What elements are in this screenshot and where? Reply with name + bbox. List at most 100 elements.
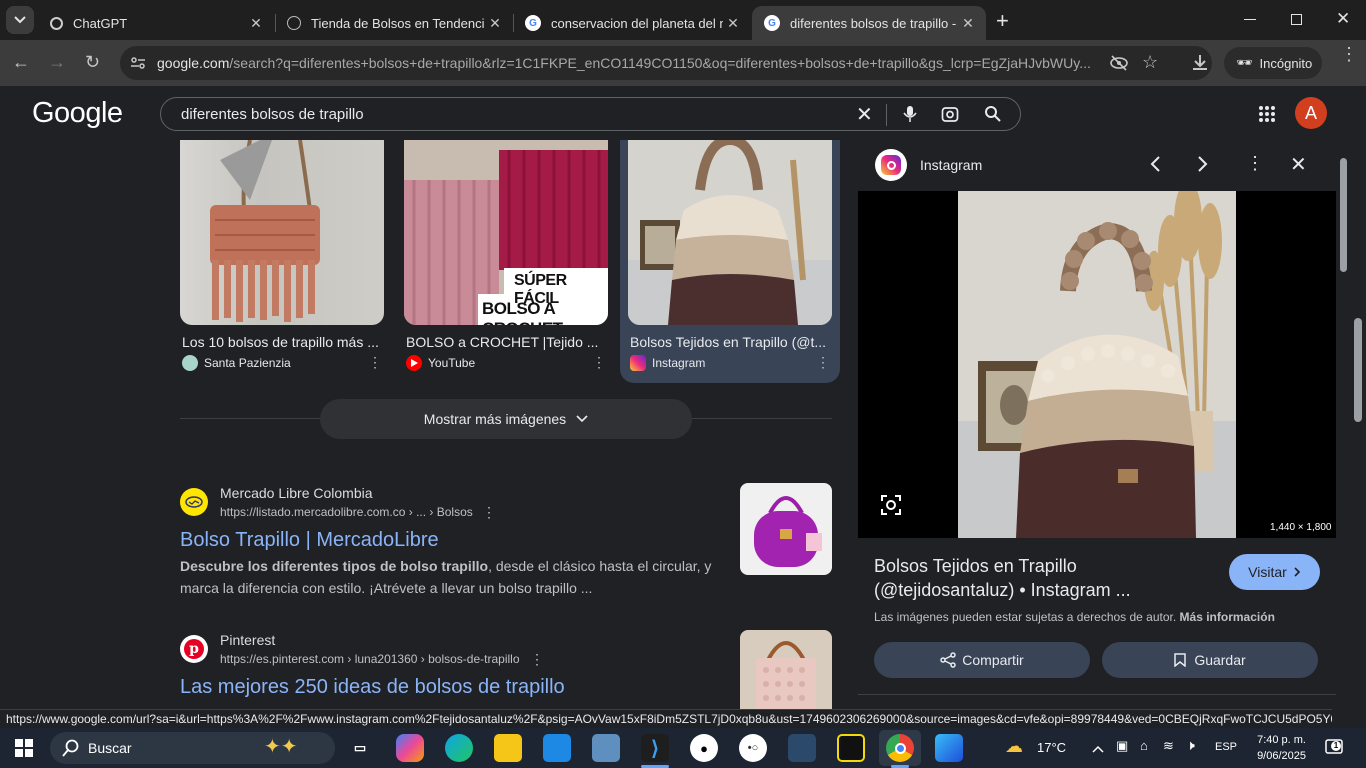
crochet-fringe-bag-image <box>210 140 320 322</box>
close-tab-icon[interactable]: ✕ <box>246 15 266 32</box>
clear-search-icon[interactable]: ✕ <box>856 102 873 127</box>
incognito-button[interactable]: 🕶 Incógnito <box>1224 47 1322 79</box>
weather-temp[interactable]: 17°C <box>1037 740 1066 755</box>
bookmark-star-icon[interactable]: ☆ <box>1142 52 1158 73</box>
lens-search-icon[interactable] <box>880 494 902 521</box>
preview-image[interactable] <box>958 191 1236 538</box>
show-more-images-button[interactable]: Mostrar más imágenes <box>320 399 692 439</box>
result-title-link[interactable]: Las mejores 250 ideas de bolsos de trapi… <box>180 676 565 699</box>
notification-icon[interactable]: 1 <box>1325 738 1343 761</box>
reload-button[interactable]: ↻ <box>85 52 100 73</box>
restore-button[interactable] <box>1291 14 1302 25</box>
language-indicator[interactable]: ESP <box>1215 741 1237 753</box>
close-panel-icon[interactable]: ✕ <box>1290 152 1307 177</box>
weather-icon[interactable]: ☁ <box>1005 736 1023 757</box>
edge-icon[interactable] <box>445 734 473 762</box>
volume-muted-icon[interactable]: 🕨 <box>1186 737 1195 754</box>
sticky-notes-icon[interactable] <box>837 734 865 762</box>
share-button[interactable]: Compartir <box>874 642 1090 678</box>
more-options-icon[interactable]: ⋮ <box>592 354 606 371</box>
back-button[interactable]: ← <box>12 52 30 73</box>
close-tab-icon[interactable]: ✕ <box>958 15 978 32</box>
close-window-button[interactable]: ✕ <box>1336 9 1350 29</box>
taskbar-search[interactable]: Buscar ✦✦ <box>50 732 335 764</box>
clock[interactable]: 7:40 p. m. 9/06/2025 <box>1250 732 1306 764</box>
taskbar-search-placeholder: Buscar <box>88 740 132 756</box>
search-input[interactable]: diferentes bolsos de trapillo <box>181 106 364 123</box>
result-url[interactable]: https://listado.mercadolibre.com.co › ..… <box>220 505 473 519</box>
tab-strip: ChatGPT ✕ Tienda de Bolsos en Tendencia … <box>0 0 1366 40</box>
lens-icon[interactable] <box>941 105 959 128</box>
panel-source-name[interactable]: Instagram <box>920 157 982 173</box>
mysql-workbench-icon[interactable] <box>788 734 816 762</box>
tab-title: diferentes bolsos de trapillo - B <box>790 15 958 31</box>
save-button[interactable]: Guardar <box>1102 642 1318 678</box>
result-options-icon[interactable]: ⋮ <box>530 651 544 668</box>
image-card-title[interactable]: BOLSO a CROCHET |Tejido ... <box>406 334 606 350</box>
result-thumbnail[interactable] <box>740 630 832 710</box>
avatar[interactable]: A <box>1295 97 1327 129</box>
chrome-icon[interactable] <box>886 734 914 762</box>
search-icon[interactable] <box>984 105 1002 128</box>
microphone-icon[interactable] <box>903 105 917 128</box>
minimize-button[interactable] <box>1244 19 1256 20</box>
image-card-3-selected[interactable]: Bolsos Tejidos en Trapillo (@t... Instag… <box>620 140 840 383</box>
result-title-link[interactable]: Bolso Trapillo | MercadoLibre <box>180 529 439 552</box>
file-explorer-icon[interactable] <box>494 734 522 762</box>
image-card-title[interactable]: Bolsos Tejidos en Trapillo (@t... <box>630 334 830 350</box>
browser-toolbar: ← → ↻ google.com/search?q=diferentes+bol… <box>0 40 1366 86</box>
forward-button[interactable]: → <box>48 52 66 73</box>
app-icon[interactable]: •○ <box>739 734 767 762</box>
more-options-icon[interactable]: ⋮ <box>816 354 830 371</box>
more-info-link[interactable]: Más información <box>1180 610 1275 624</box>
site-info-icon[interactable] <box>130 55 146 71</box>
close-tab-icon[interactable]: ✕ <box>723 15 743 32</box>
apps-grid-icon[interactable] <box>1258 105 1276 128</box>
panel-title[interactable]: Bolsos Tejidos en Trapillo (@tejidosanta… <box>874 554 1214 602</box>
windows-start-icon[interactable] <box>15 739 33 762</box>
tab-diferentes-bolsos[interactable]: G diferentes bolsos de trapillo - B ✕ <box>752 6 986 40</box>
image-card-1[interactable]: Los 10 bolsos de trapillo más ... Santa … <box>180 140 384 380</box>
microsoft-store-icon[interactable] <box>543 734 571 762</box>
next-image-icon[interactable] <box>1197 156 1209 177</box>
close-tab-icon[interactable]: ✕ <box>485 15 505 32</box>
panel-more-options-icon[interactable]: ⋮ <box>1246 153 1264 174</box>
control-panel-icon[interactable] <box>592 734 620 762</box>
page-scrollbar[interactable] <box>1354 318 1362 422</box>
chevron-up-icon[interactable] <box>1092 740 1104 758</box>
result-options-icon[interactable]: ⋮ <box>482 504 496 521</box>
visit-button[interactable]: Visitar <box>1229 554 1320 590</box>
tab-tienda[interactable]: Tienda de Bolsos en Tendencia ✕ <box>275 6 513 40</box>
copilot-icon[interactable] <box>396 734 424 762</box>
browser-menu-icon[interactable]: ⋮ <box>1340 45 1358 63</box>
new-tab-button[interactable]: + <box>996 8 1009 34</box>
task-view-icon[interactable]: ▭ <box>346 734 374 762</box>
result-site-name[interactable]: Mercado Libre Colombia <box>220 485 373 501</box>
battery-saver-icon[interactable]: ▣ <box>1116 738 1128 754</box>
tab-search-button[interactable] <box>6 6 34 34</box>
image-thumbnail[interactable]: SÚPER FÁCIL BOLSO A CROCHET <box>404 140 608 325</box>
address-bar[interactable]: google.com/search?q=diferentes+bolsos+de… <box>120 46 1212 80</box>
google-logo[interactable]: Google <box>32 97 123 130</box>
image-thumbnail[interactable] <box>180 140 384 325</box>
search-box[interactable]: diferentes bolsos de trapillo ✕ <box>160 97 1021 131</box>
result-url[interactable]: https://es.pinterest.com › luna201360 › … <box>220 652 520 666</box>
photos-icon[interactable] <box>935 734 963 762</box>
image-card-title[interactable]: Los 10 bolsos de trapillo más ... <box>182 334 382 350</box>
previous-image-icon[interactable] <box>1149 156 1161 177</box>
network-icon[interactable]: ⌂ <box>1140 738 1148 753</box>
tab-conservacion[interactable]: G conservacion del planeta del m ✕ <box>513 6 751 40</box>
result-thumbnail[interactable] <box>740 483 832 575</box>
more-options-icon[interactable]: ⋮ <box>368 354 382 371</box>
panel-scrollbar[interactable] <box>1340 158 1347 272</box>
result-site-name[interactable]: Pinterest <box>220 632 275 648</box>
download-icon[interactable] <box>1191 53 1209 76</box>
github-icon[interactable]: ● <box>690 734 718 762</box>
wifi-icon[interactable]: ≋ <box>1163 738 1174 754</box>
eye-off-icon[interactable] <box>1109 53 1129 78</box>
image-card-2[interactable]: SÚPER FÁCIL BOLSO A CROCHET BOLSO a CROC… <box>404 140 608 380</box>
tab-chatgpt[interactable]: ChatGPT ✕ <box>38 6 274 40</box>
youtube-icon <box>406 355 422 371</box>
image-thumbnail[interactable] <box>628 140 832 325</box>
vscode-icon[interactable]: ⟩ <box>641 734 669 762</box>
